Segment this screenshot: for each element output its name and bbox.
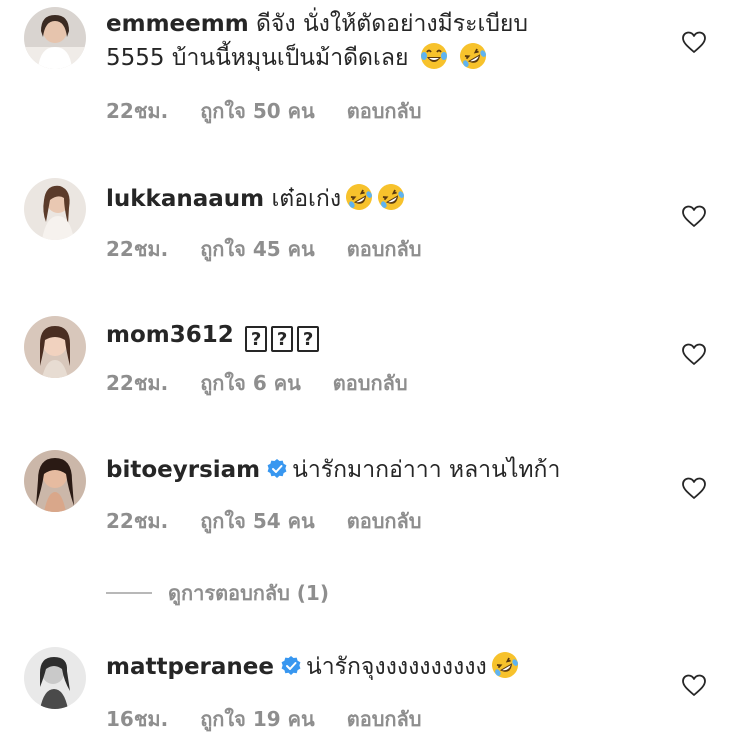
- username[interactable]: lukkanaaum: [106, 186, 264, 212]
- unknown-glyph: ?: [297, 326, 320, 352]
- reply-button[interactable]: ตอบกลับ: [347, 509, 422, 533]
- comment-text: lukkanaaum เต๋อเก่ง: [106, 182, 666, 216]
- avatar[interactable]: [24, 178, 86, 240]
- reply-button[interactable]: ตอบกลับ: [347, 237, 422, 261]
- likes-count[interactable]: ถูกใจ 19 คน: [200, 707, 315, 731]
- avatar[interactable]: [24, 316, 86, 378]
- rolling-on-floor-laughing-emoji: [460, 43, 487, 69]
- likes-count[interactable]: ถูกใจ 50 คน: [200, 99, 315, 123]
- comment-time: 16ชม.: [106, 707, 169, 731]
- username[interactable]: mattperanee: [106, 654, 274, 680]
- comment-meta: 22ชม. ถูกใจ 54 คน ตอบกลับ: [106, 505, 453, 537]
- rolling-on-floor-laughing-emoji: [491, 652, 518, 678]
- avatar[interactable]: [24, 450, 86, 512]
- verified-badge-icon: [281, 656, 301, 675]
- username[interactable]: mom3612: [106, 322, 234, 348]
- comment-body: น่ารักมากอ่าาา หลานไทก้า: [292, 457, 561, 483]
- avatar[interactable]: [24, 647, 86, 709]
- divider: [106, 592, 152, 594]
- comment-time: 22ชม.: [106, 509, 169, 533]
- heart-outline-icon[interactable]: [681, 30, 707, 54]
- view-replies-label: ดูการตอบกลับ (1): [168, 581, 329, 605]
- comment-text: bitoeyrsiam น่ารักมากอ่าาา หลานไทก้า: [106, 453, 666, 487]
- likes-count[interactable]: ถูกใจ 45 คน: [200, 237, 315, 261]
- likes-count[interactable]: ถูกใจ 6 คน: [200, 371, 301, 395]
- view-replies-button[interactable]: ดูการตอบกลับ (1): [106, 577, 329, 609]
- comment-body: 5555 บ้านนี้หมุนเป็นม้าดีดเลย: [106, 45, 409, 71]
- comment-meta: 16ชม. ถูกใจ 19 คน ตอบกลับ: [106, 703, 453, 735]
- heart-outline-icon[interactable]: [681, 476, 707, 500]
- comment-meta: 22ชม. ถูกใจ 50 คน ตอบกลับ: [106, 95, 453, 127]
- unknown-glyph: ?: [245, 326, 268, 352]
- username[interactable]: emmeemm: [106, 11, 249, 37]
- likes-count[interactable]: ถูกใจ 54 คน: [200, 509, 315, 533]
- reply-button[interactable]: ตอบกลับ: [347, 99, 422, 123]
- comment-time: 22ชม.: [106, 371, 169, 395]
- username[interactable]: bitoeyrsiam: [106, 457, 260, 483]
- comment-body: ดีจัง นั่งให้ตัดอย่างมีระเบียบ: [255, 11, 528, 37]
- comment-text: mom3612 ???: [106, 318, 666, 352]
- avatar[interactable]: [24, 7, 86, 69]
- comment-text: mattperanee น่ารักจุงงงงงงงงงง: [106, 650, 666, 684]
- comment-body: น่ารักจุงงงงงงงงงง: [305, 654, 487, 680]
- rolling-on-floor-laughing-emoji: [378, 184, 405, 210]
- comment-meta: 22ชม. ถูกใจ 6 คน ตอบกลับ: [106, 367, 440, 399]
- unknown-glyph: ?: [271, 326, 294, 352]
- verified-badge-icon: [267, 459, 287, 478]
- comment-text: emmeemm ดีจัง นั่งให้ตัดอย่างมีระเบียบ 5…: [106, 7, 666, 75]
- rolling-on-floor-laughing-emoji: [346, 184, 373, 210]
- heart-outline-icon[interactable]: [681, 673, 707, 697]
- heart-outline-icon[interactable]: [681, 342, 707, 366]
- comment-time: 22ชม.: [106, 99, 169, 123]
- heart-outline-icon[interactable]: [681, 204, 707, 228]
- comment-body: เต๋อเก่ง: [271, 186, 342, 212]
- comment-meta: 22ชม. ถูกใจ 45 คน ตอบกลับ: [106, 233, 453, 265]
- tears-of-joy-emoji: [420, 43, 447, 69]
- comment-time: 22ชม.: [106, 237, 169, 261]
- reply-button[interactable]: ตอบกลับ: [333, 371, 408, 395]
- reply-button[interactable]: ตอบกลับ: [347, 707, 422, 731]
